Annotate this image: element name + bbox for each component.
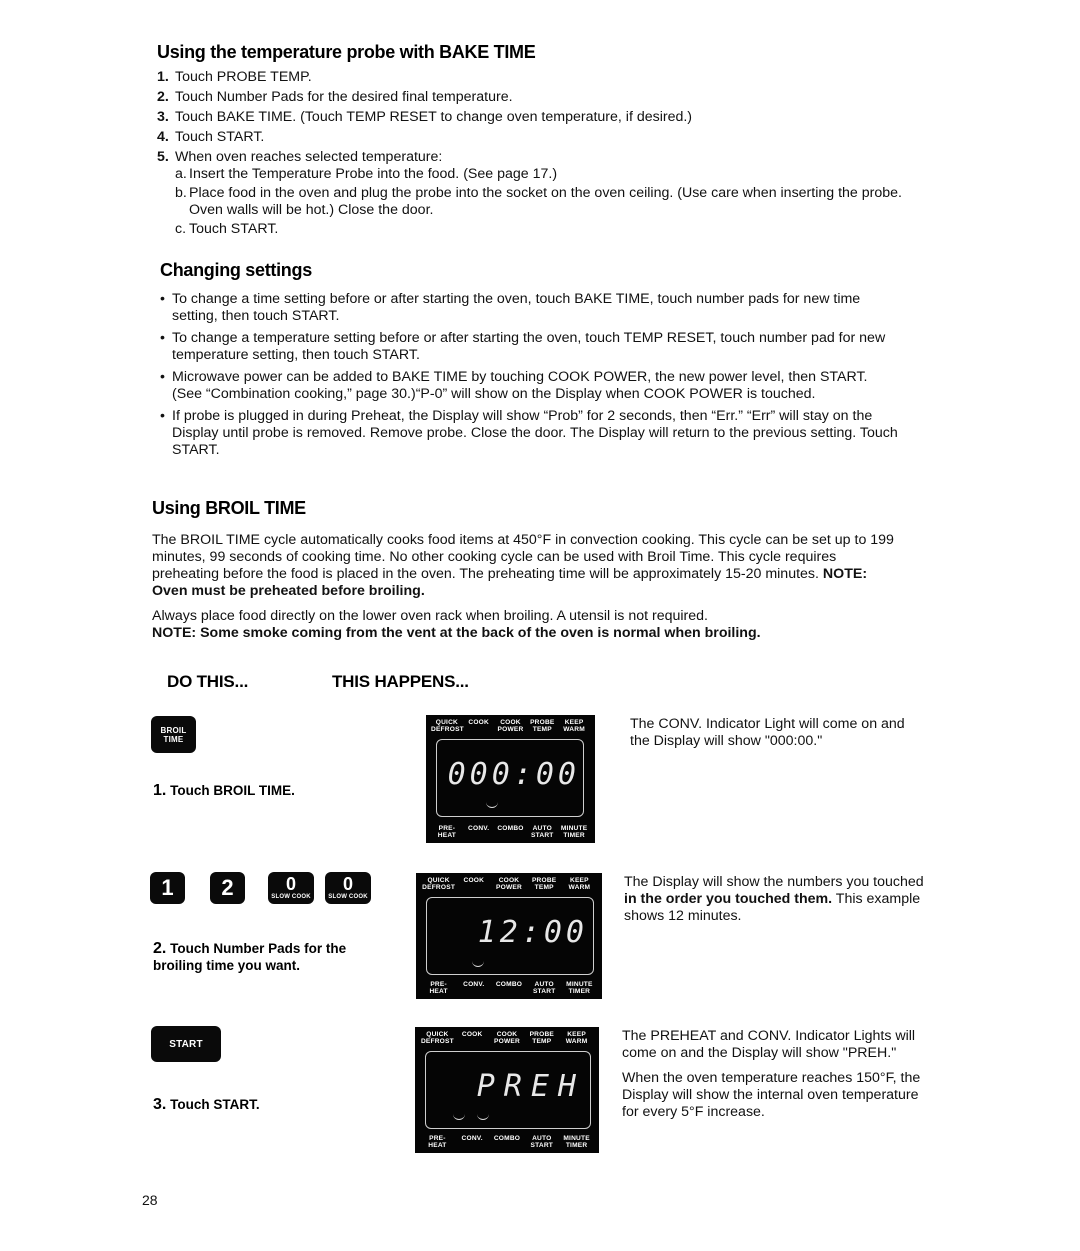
number-pad-0-slow-cook[interactable]: 0 SLOW COOK [325, 872, 371, 904]
indicator-label: CONV. [468, 825, 490, 832]
indicator-label: QUICK DEFROST [431, 719, 464, 733]
step-1-label: 1. Touch BROIL TIME. [153, 782, 295, 799]
indicator-label: PROBE TEMP [531, 877, 557, 891]
section-probe: Using the temperature probe with BAKE TI… [157, 42, 917, 240]
section-changing-settings: Changing settings • To change a time sett… [160, 260, 900, 464]
broil-paragraph-2: Always place food directly on the lower … [152, 608, 761, 641]
broil-time-key[interactable]: BROIL TIME [151, 716, 196, 753]
oven-display-3: PREH QUICK DEFROST COOK COOK POWER PROBE TEMP… [415, 1027, 599, 1153]
indicator-label: COOK POWER [497, 719, 524, 733]
indicator-label: PROBE TEMP [529, 1031, 555, 1045]
changing-bullets: • To change a time setting before or afte… [160, 291, 900, 459]
bullet-icon: • [160, 330, 165, 346]
list-item: c. Touch START. [175, 221, 279, 237]
display-readout: PREH [476, 1069, 585, 1104]
indicator-label: AUTO START [530, 1135, 554, 1149]
indicator-label: KEEP WARM [568, 877, 591, 891]
list-item: • To change a time setting before or afte… [160, 291, 861, 324]
section-title: Using the temperature probe with BAKE TI… [157, 42, 536, 62]
indicator-label: MINUTE TIMER [563, 1135, 590, 1149]
number-pad-0-slow-cook[interactable]: 0 SLOW COOK [268, 872, 314, 904]
indicator-label: AUTO START [532, 981, 556, 995]
indicator-label: AUTO START [531, 825, 554, 839]
number-pad-2[interactable]: 2 [210, 872, 245, 904]
smoke-note: NOTE: Some smoke coming from the vent at… [152, 625, 761, 641]
indicator-label: PRE- HEAT [429, 981, 448, 995]
do-this-heading: DO THIS... [167, 672, 249, 691]
indicator-label: MINUTE TIMER [560, 825, 588, 839]
indicator-label: COMBO [493, 1135, 521, 1142]
indicator-label: KEEP WARM [565, 1031, 588, 1045]
probe-steps: 1. Touch PROBE TEMP. 2. Touch Number Pads … [157, 69, 917, 238]
indicator-label: QUICK DEFROST [422, 877, 456, 891]
indicator-label: MINUTE TIMER [566, 981, 593, 995]
bullet-icon: • [160, 369, 165, 385]
indicator-label: COOK [461, 1031, 483, 1038]
indicator-label: CONV. [463, 981, 485, 988]
this-happens-heading: THIS HAPPENS... [332, 672, 469, 691]
probe-substeps: a. Insert the Temperature Probe into the … [175, 166, 917, 238]
indicator-label: COOK [468, 719, 489, 726]
list-item: 2. Touch Number Pads for the desired fina… [157, 89, 513, 105]
broil-paragraph: The BROIL TIME cycle automatically cooks… [152, 532, 894, 599]
step-2-description: The Display will show the numbers you to… [624, 874, 924, 924]
list-item: 4. Touch START. [157, 129, 265, 145]
indicator-label: CONV. [461, 1135, 483, 1142]
list-item: • To change a temperature setting before … [160, 330, 886, 363]
list-item: 5. When oven reaches selected temperature… [157, 149, 917, 238]
list-item: • Microwave power can be added to BAKE TI… [160, 369, 868, 402]
indicator-label: PRE- HEAT [428, 1135, 447, 1149]
section-broil: Using BROIL TIME The BROIL TIME cycle au… [152, 498, 902, 642]
bullet-icon: • [160, 291, 165, 307]
indicator-label: PROBE TEMP [530, 719, 555, 733]
list-item: a. Insert the Temperature Probe into the … [175, 166, 558, 182]
page-number: 28 [142, 1192, 158, 1208]
display-readout: 000:00 [447, 757, 580, 792]
list-item: 3. Touch BAKE TIME. (Touch TEMP RESET to … [157, 109, 693, 125]
indicator-label: KEEP WARM [563, 719, 585, 733]
display-readout: 12:00 [477, 915, 588, 950]
oven-display-2: 12:00 QUICK DEFROST COOK COOK POWER PROBE TEM… [416, 873, 602, 999]
indicator-label: COOK POWER [496, 877, 522, 891]
indicator-label: PRE- HEAT [437, 825, 457, 839]
indicator-label: QUICK DEFROST [420, 1031, 454, 1045]
section-title: Using BROIL TIME [152, 498, 306, 518]
list-item: • If probe is plugged in during Preheat, … [160, 408, 898, 458]
list-item: 1. Touch PROBE TEMP. [157, 69, 312, 85]
indicator-label: COOK [463, 877, 485, 884]
list-item: b. Place food in the oven and plug the pr… [175, 185, 902, 218]
indicator-label: COOK POWER [494, 1031, 520, 1045]
oven-display-1: 000:00 QUICK DEFROST COOK COOK POWER PROBE TE… [426, 715, 595, 843]
indicator-label: COMBO [497, 825, 524, 832]
indicator-label: COMBO [495, 981, 523, 988]
step-1-description: The CONV. Indicator Light will come on a… [630, 716, 905, 749]
step-3-description: The PREHEAT and CONV. Indicator Lights w… [622, 1028, 921, 1120]
section-title: Changing settings [160, 260, 312, 280]
number-pad-1[interactable]: 1 [150, 872, 185, 904]
step-2-label: 2. Touch Number Pads for the broiling ti… [153, 940, 347, 973]
start-key[interactable]: START [151, 1026, 221, 1062]
bullet-icon: • [160, 408, 165, 424]
step-3-label: 3. Touch START. [153, 1096, 260, 1113]
